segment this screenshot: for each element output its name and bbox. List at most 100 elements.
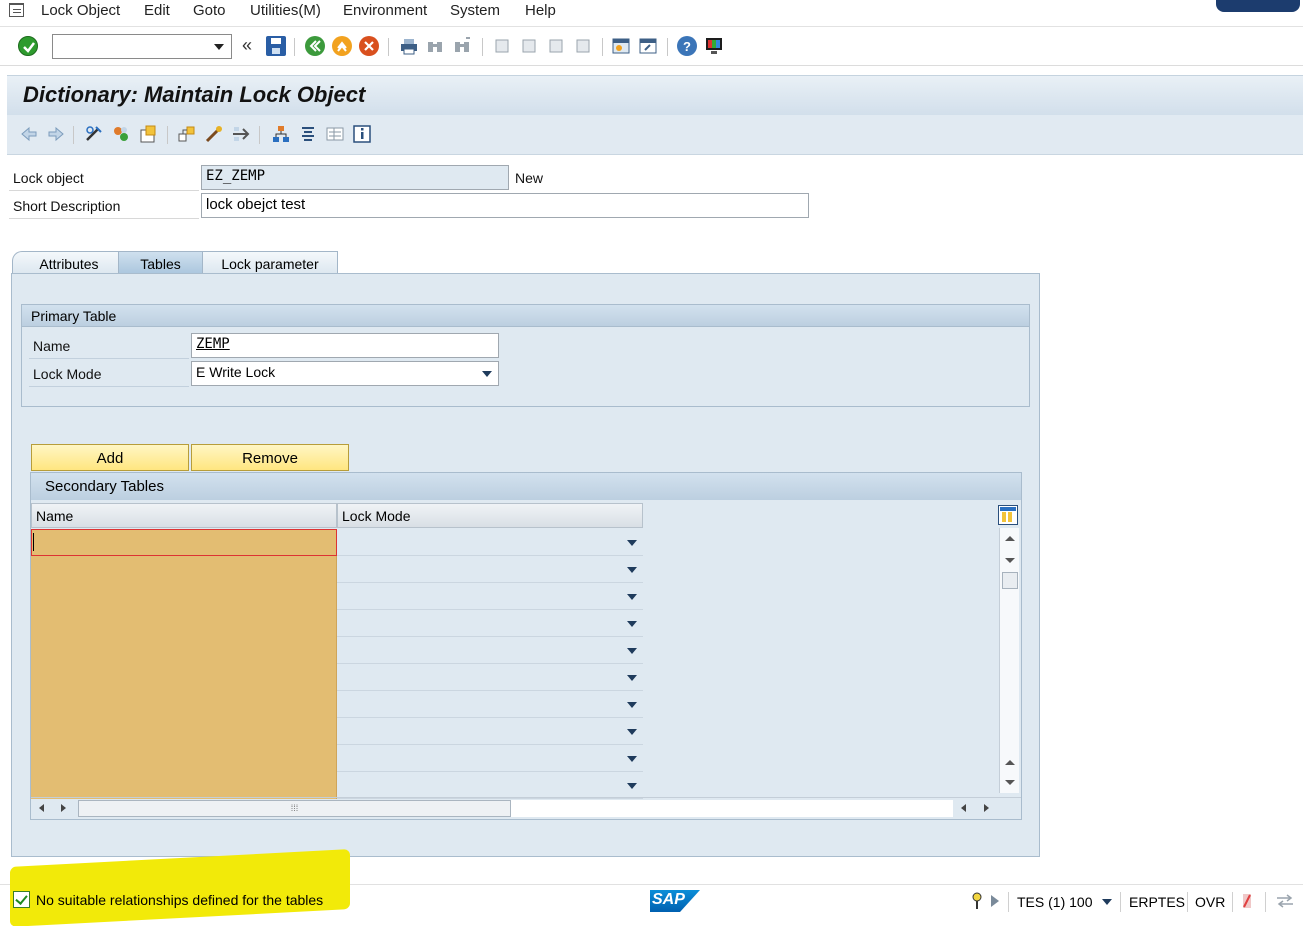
first-page-icon[interactable] [492, 36, 512, 56]
find-next-icon[interactable] [452, 36, 472, 56]
table-settings-icon[interactable] [998, 505, 1018, 525]
secondary-table-name-input[interactable] [31, 745, 337, 772]
other-object-icon[interactable] [177, 124, 197, 144]
exit-icon[interactable] [332, 36, 352, 56]
secondary-table-name-input[interactable] [31, 718, 337, 745]
customize-layout-icon[interactable] [704, 36, 724, 56]
tab-tables[interactable]: Tables [118, 251, 203, 275]
chevron-down-icon[interactable] [627, 756, 637, 762]
menu-lock-object[interactable]: Lock Object [41, 2, 120, 19]
scroll-thumb[interactable] [1002, 572, 1018, 589]
system-menu-icon[interactable] [9, 3, 24, 17]
remove-button[interactable]: Remove [191, 444, 349, 471]
back-icon[interactable] [305, 36, 325, 56]
shortcut-icon[interactable] [638, 36, 658, 56]
secondary-lock-mode-select[interactable] [338, 637, 643, 664]
secondary-lock-mode-select[interactable] [338, 529, 643, 556]
command-field[interactable] [52, 34, 232, 59]
where-used-icon[interactable] [204, 124, 224, 144]
tab-lock-parameter[interactable]: Lock parameter [202, 251, 338, 275]
chevron-down-icon[interactable] [627, 783, 637, 789]
secondary-table-name-input[interactable] [31, 529, 337, 556]
insert-mode[interactable]: OVR [1195, 894, 1225, 910]
chevron-down-icon[interactable] [627, 540, 637, 546]
secondary-lock-mode-select[interactable] [338, 745, 643, 772]
secondary-table-name-input[interactable] [31, 664, 337, 691]
secondary-table-name-input[interactable] [31, 583, 337, 610]
next-page-icon[interactable] [546, 36, 566, 56]
chevron-down-icon[interactable] [627, 567, 637, 573]
key-icon[interactable] [970, 892, 984, 910]
chevron-down-icon[interactable] [627, 621, 637, 627]
help-icon[interactable]: ? [677, 36, 697, 56]
info-icon[interactable] [352, 124, 372, 144]
scroll-left-icon[interactable] [39, 804, 44, 812]
scroll-right-icon[interactable] [984, 804, 989, 812]
connection-icon[interactable] [1275, 892, 1295, 910]
secondary-table-name-input[interactable] [31, 691, 337, 718]
menu-utilities[interactable]: Utilities(M) [250, 2, 321, 19]
chevron-down-icon[interactable] [627, 702, 637, 708]
vertical-scrollbar[interactable] [999, 528, 1019, 793]
secondary-lock-mode-select[interactable] [338, 610, 643, 637]
chevron-down-icon[interactable] [627, 594, 637, 600]
horizontal-scroll-thumb[interactable]: ⁞⁞⁞ [78, 800, 511, 817]
menu-environment[interactable]: Environment [343, 2, 427, 19]
secondary-lock-mode-select[interactable] [338, 691, 643, 718]
find-icon[interactable] [425, 36, 445, 56]
chevron-down-icon[interactable] [627, 729, 637, 735]
secondary-lock-mode-select[interactable] [338, 556, 643, 583]
new-session-icon[interactable] [611, 36, 631, 56]
menu-goto[interactable]: Goto [193, 2, 226, 19]
secondary-lock-mode-select[interactable] [338, 583, 643, 610]
scroll-page-up-icon[interactable] [1005, 760, 1015, 765]
navigate-icon[interactable] [231, 124, 251, 144]
scroll-down-icon[interactable] [1005, 558, 1015, 563]
tab-attributes[interactable]: Attributes [12, 251, 126, 275]
print-icon[interactable] [399, 36, 419, 56]
display-object-list-icon[interactable] [325, 124, 345, 144]
menu-system[interactable]: System [450, 2, 500, 19]
forward-arrow-icon[interactable] [46, 124, 66, 144]
scroll-left-icon[interactable] [961, 804, 966, 812]
scroll-right-icon[interactable] [61, 804, 66, 812]
save-icon[interactable] [266, 36, 286, 56]
previous-page-icon[interactable] [519, 36, 539, 56]
collapse-arrows-icon[interactable]: « [242, 35, 252, 56]
menu-help[interactable]: Help [525, 2, 556, 19]
secondary-table-name-input[interactable] [31, 772, 337, 799]
short-description-field[interactable]: lock obejct test [201, 193, 809, 218]
status-message[interactable]: No suitable relationships defined for th… [36, 892, 323, 908]
primary-lock-mode-select[interactable]: E Write Lock [191, 361, 499, 386]
scroll-top-icon[interactable] [1005, 536, 1015, 541]
list-icon[interactable] [298, 124, 318, 144]
menu-edit[interactable]: Edit [144, 2, 170, 19]
chevron-down-icon[interactable] [482, 371, 492, 377]
add-button[interactable]: Add [31, 444, 189, 471]
back-arrow-icon[interactable] [19, 124, 39, 144]
check-icon[interactable] [111, 124, 131, 144]
last-page-icon[interactable] [573, 36, 593, 56]
scroll-bottom-icon[interactable] [1005, 780, 1015, 785]
cancel-icon[interactable] [359, 36, 379, 56]
chevron-down-icon[interactable] [214, 44, 224, 50]
chevron-down-icon[interactable] [1102, 899, 1112, 905]
secondary-table-name-input[interactable] [31, 610, 337, 637]
chevron-down-icon[interactable] [627, 648, 637, 654]
status-expand-icon[interactable] [991, 895, 999, 907]
system-info[interactable]: TES (1) 100 [1017, 894, 1092, 910]
secondary-lock-mode-select[interactable] [338, 718, 643, 745]
enter-icon[interactable] [18, 36, 38, 56]
window-controls[interactable] [1216, 0, 1300, 12]
column-header-lock-mode[interactable]: Lock Mode [337, 503, 643, 528]
column-header-name[interactable]: Name [31, 503, 337, 528]
secondary-lock-mode-select[interactable] [338, 664, 643, 691]
activate-icon[interactable] [138, 124, 158, 144]
secondary-table-name-input[interactable] [31, 556, 337, 583]
display-change-icon[interactable] [84, 124, 104, 144]
horizontal-scrollbar[interactable]: ⁞⁞⁞ [31, 797, 1021, 819]
chevron-down-icon[interactable] [627, 675, 637, 681]
primary-table-name-field[interactable]: ZEMP [191, 333, 499, 358]
hierarchy-icon[interactable] [271, 124, 291, 144]
secondary-table-name-input[interactable] [31, 637, 337, 664]
